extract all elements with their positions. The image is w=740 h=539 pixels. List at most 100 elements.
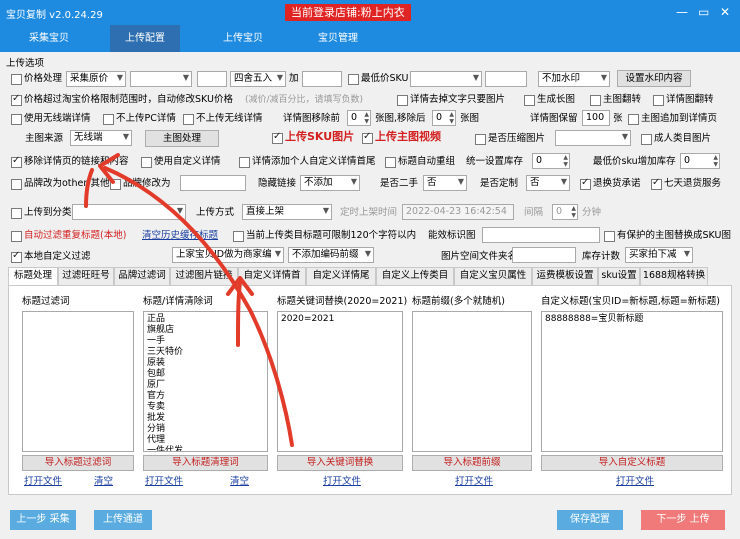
- menu-upload[interactable]: 上传宝贝: [210, 25, 276, 52]
- keep-input[interactable]: 100: [582, 110, 610, 126]
- long-img-checkbox[interactable]: [524, 95, 535, 106]
- prefix-textarea[interactable]: [412, 311, 532, 452]
- adult-checkbox[interactable]: [641, 134, 652, 145]
- limit120-checkbox[interactable]: [233, 231, 244, 242]
- open-file-link-5[interactable]: 打开文件: [616, 475, 654, 489]
- watermark-button[interactable]: 设置水印内容: [617, 70, 691, 87]
- import-clean-button[interactable]: 导入标题清理词: [143, 455, 268, 471]
- minimize-icon[interactable]: —: [676, 5, 688, 19]
- prev-button[interactable]: 上一步 采集: [10, 510, 76, 530]
- open-file-link-3[interactable]: 打开文件: [323, 475, 361, 489]
- no-pc-checkbox[interactable]: [103, 114, 114, 125]
- method-select[interactable]: 直接上架 ▼: [242, 204, 332, 220]
- watermark-select[interactable]: 不加水印 ▼: [538, 71, 610, 87]
- menu-collect[interactable]: 采集宝贝: [16, 25, 82, 52]
- local-filter-checkbox[interactable]: [11, 250, 22, 263]
- compress-checkbox[interactable]: [475, 134, 486, 145]
- brand-input[interactable]: [180, 175, 246, 191]
- append-checkbox[interactable]: [628, 114, 639, 125]
- detail-text-checkbox[interactable]: [397, 95, 408, 106]
- category-select[interactable]: ▼: [72, 204, 186, 220]
- tab-category[interactable]: 自定义上传类目: [376, 267, 454, 285]
- custom-detail-checkbox[interactable]: [141, 157, 152, 168]
- tab-title[interactable]: 标题处理: [8, 267, 58, 286]
- up-sku-checkbox[interactable]: [272, 131, 283, 144]
- import-prefix-button[interactable]: 导入标题前缀: [412, 455, 532, 471]
- save-button[interactable]: 保存配置: [557, 510, 623, 530]
- category-checkbox[interactable]: [11, 208, 22, 219]
- round-select[interactable]: 四舍五入 ▼: [230, 71, 286, 87]
- open-file-link-1[interactable]: 打开文件: [24, 475, 62, 489]
- detail-flip-checkbox[interactable]: [653, 95, 664, 106]
- datetime-input[interactable]: 2022-04-23 16:42:54: [402, 204, 514, 220]
- tab-brand[interactable]: 品牌过滤词: [114, 267, 170, 285]
- open-file-link-2[interactable]: 打开文件: [145, 475, 183, 489]
- interval-stepper[interactable]: 0 ▲ ▼: [552, 204, 578, 220]
- import-replace-button[interactable]: 导入关键词替换: [277, 455, 403, 471]
- tab-image-link[interactable]: 过滤图片链接: [170, 267, 238, 285]
- move-mid-label: 张图,移除后: [375, 113, 426, 124]
- price-source-select[interactable]: 采集原价 ▼: [66, 71, 126, 87]
- refund-checkbox[interactable]: [580, 177, 591, 190]
- auto-filter-label: 自动过滤重复标题(本地): [24, 230, 127, 241]
- move-front-stepper[interactable]: 0 ▲ ▼: [347, 110, 371, 126]
- move-back-stepper[interactable]: 0 ▲ ▼: [432, 110, 456, 126]
- minsku-select[interactable]: ▼: [410, 71, 482, 87]
- limit-checkbox[interactable]: [11, 93, 22, 106]
- brand-to-checkbox[interactable]: [110, 179, 121, 190]
- folder-input[interactable]: [512, 247, 576, 263]
- clear-history-link[interactable]: 清空历史缓存标题: [142, 229, 218, 243]
- stock-stepper[interactable]: 0 ▲ ▼: [532, 153, 570, 169]
- clear-link-2[interactable]: 清空: [230, 475, 249, 489]
- min-sku-add-stepper[interactable]: 0 ▲ ▼: [680, 153, 720, 169]
- seven-day-checkbox[interactable]: [651, 177, 662, 190]
- up-video-checkbox[interactable]: [362, 131, 373, 144]
- replace-textarea[interactable]: 2020=2021: [277, 311, 403, 452]
- channel-button[interactable]: 上传通道: [94, 510, 152, 530]
- tab-shipping[interactable]: 运费模板设置: [532, 267, 598, 285]
- tab-1688[interactable]: 1688规格转换: [640, 267, 708, 285]
- import-custom-button[interactable]: 导入自定义标题: [541, 455, 723, 471]
- menu-upload-config[interactable]: 上传配置: [110, 25, 180, 52]
- main-flip-checkbox[interactable]: [590, 95, 601, 106]
- tab-detail-head[interactable]: 自定义详情首: [238, 267, 306, 285]
- head-detail-checkbox[interactable]: [239, 157, 250, 168]
- minsku-checkbox[interactable]: [348, 74, 359, 85]
- hide-link-select[interactable]: 不添加 ▼: [300, 175, 360, 191]
- remove-link-checkbox[interactable]: [11, 155, 22, 168]
- price-op-select[interactable]: ▼: [130, 71, 192, 87]
- auto-filter-checkbox[interactable]: [11, 231, 22, 242]
- filter-textarea[interactable]: [22, 311, 134, 452]
- tab-detail-tail[interactable]: 自定义详情尾: [306, 267, 376, 285]
- price-value-input[interactable]: [197, 71, 227, 87]
- open-file-link-4[interactable]: 打开文件: [455, 475, 493, 489]
- brand-other-checkbox[interactable]: [11, 179, 22, 190]
- tab-wangwang[interactable]: 过滤旺旺号: [58, 267, 114, 285]
- custom-select[interactable]: 否 ▼: [526, 175, 570, 191]
- import-filter-button[interactable]: 导入标题过滤词: [22, 455, 134, 471]
- can-mark-input[interactable]: [482, 227, 600, 243]
- menu-manage[interactable]: 宝贝管理: [305, 25, 371, 52]
- close-icon[interactable]: ✕: [720, 5, 730, 19]
- main-source-select[interactable]: 无线端 ▼: [70, 130, 132, 146]
- custom-title-textarea[interactable]: 88888888=宝贝新标题: [541, 311, 723, 452]
- tab-attributes[interactable]: 自定义宝贝属性: [454, 267, 532, 285]
- minsku-input[interactable]: [485, 71, 527, 87]
- main-process-button[interactable]: 主图处理: [145, 130, 219, 147]
- clear-link-1[interactable]: 清空: [94, 475, 113, 489]
- add-input[interactable]: [302, 71, 342, 87]
- tab-sku[interactable]: sku设置: [598, 267, 640, 285]
- price-checkbox[interactable]: [11, 74, 22, 85]
- code-prefix-select[interactable]: 不添加编码前缀 ▼: [288, 247, 374, 263]
- merchant-select[interactable]: 上家宝贝ID做为商家编 ▼: [172, 247, 284, 263]
- maximize-icon[interactable]: ▭: [698, 5, 709, 19]
- title-regroup-checkbox[interactable]: [385, 157, 396, 168]
- stock-count-select[interactable]: 买家拍下减 ▼: [625, 247, 693, 263]
- no-wireless-checkbox[interactable]: [183, 114, 194, 125]
- clean-textarea[interactable]: 正品 旗舰店 一手 三天特价 原装 包邮 原厂 官方 专卖 批发 分销 代理 一…: [143, 311, 268, 452]
- compress-select[interactable]: ▼: [555, 130, 631, 146]
- second-hand-select[interactable]: 否 ▼: [423, 175, 467, 191]
- protected-checkbox[interactable]: [604, 231, 615, 242]
- wireless-checkbox[interactable]: [11, 114, 22, 125]
- next-button[interactable]: 下一步 上传: [641, 510, 725, 530]
